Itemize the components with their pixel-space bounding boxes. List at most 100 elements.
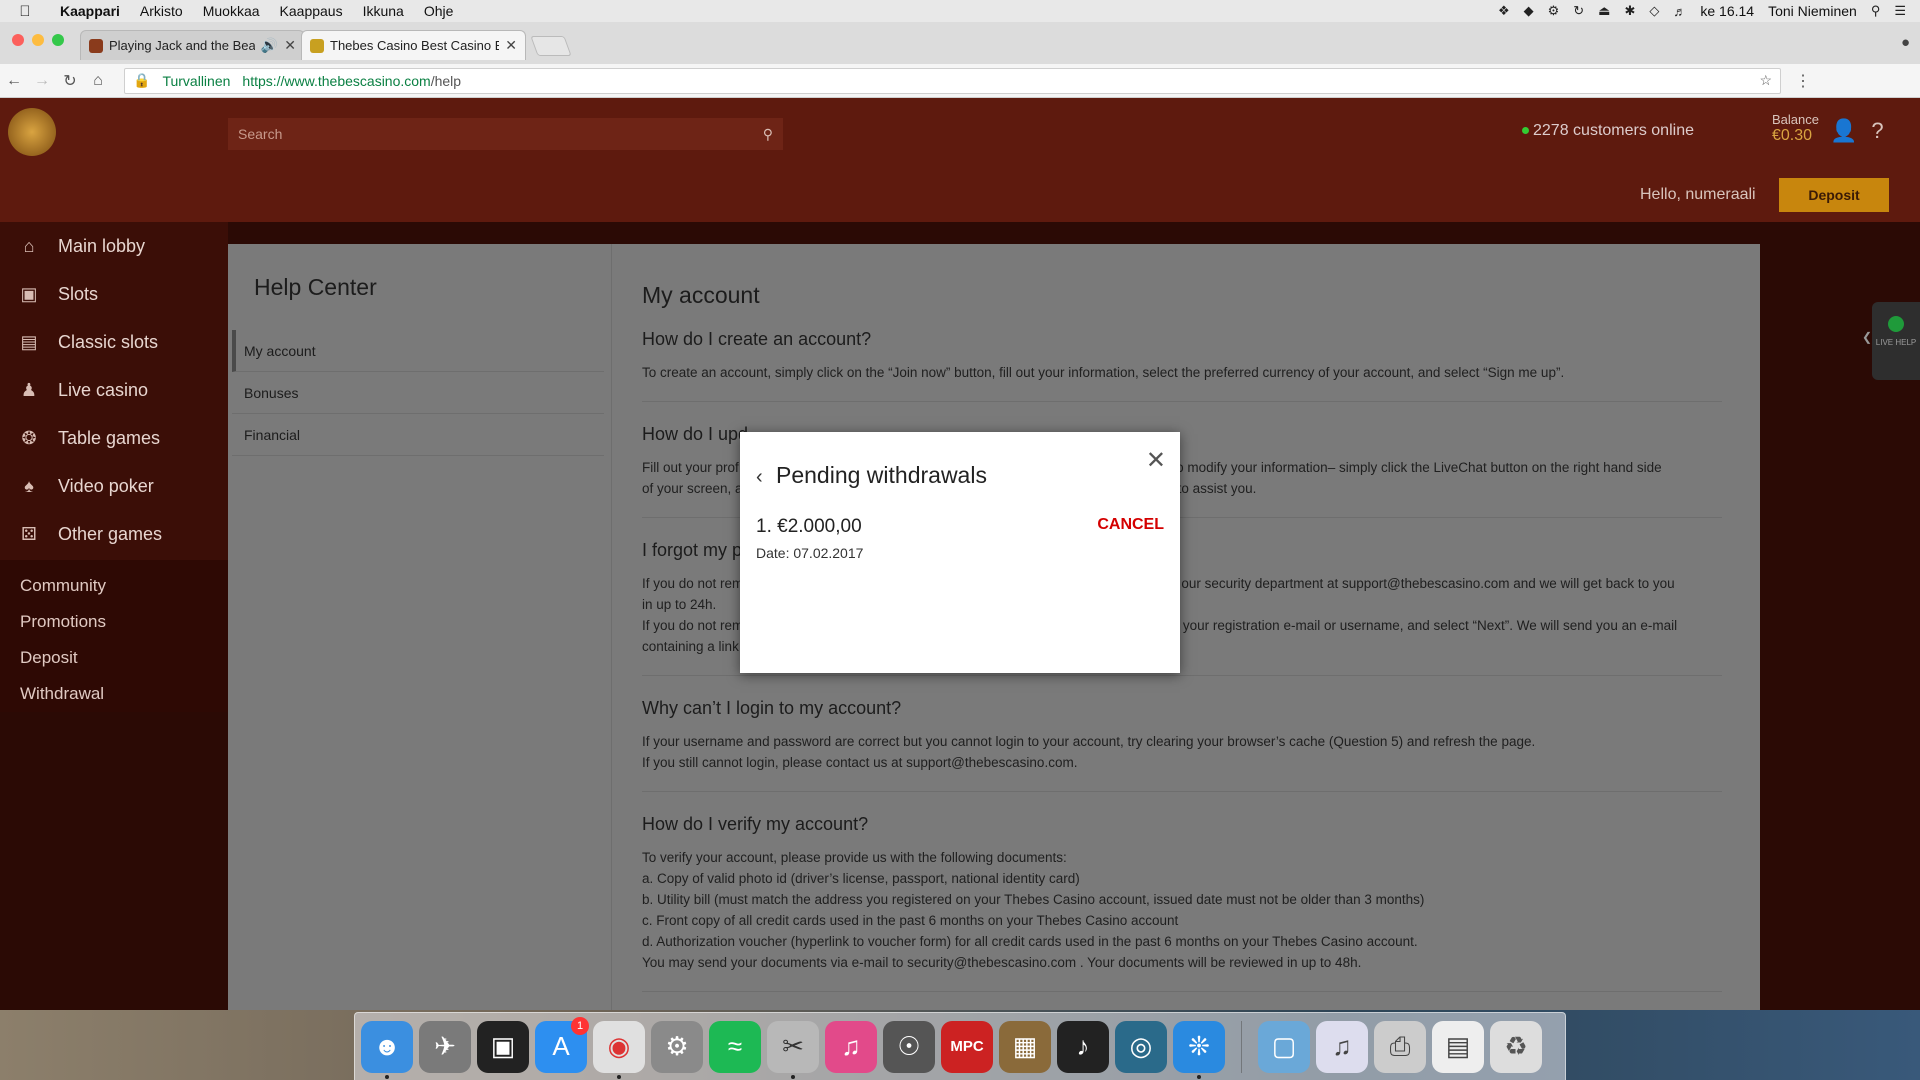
itunes-icon[interactable]: ♫ [825, 1020, 877, 1073]
spotify-icon[interactable]: ≈ [709, 1020, 761, 1073]
printer-icon[interactable]: ⎙ [1374, 1020, 1426, 1073]
mpc-icon[interactable]: MPC [941, 1020, 993, 1073]
sidebar-links: Community Promotions Deposit Withdrawal [0, 560, 228, 712]
teamviewer-icon[interactable]: ◆ [1524, 3, 1534, 19]
close-tab-icon[interactable]: ✕ [505, 37, 517, 54]
mainstage-icon[interactable]: ◎ [1115, 1020, 1167, 1073]
eject-icon[interactable]: ⏏ [1598, 3, 1610, 19]
reload-icon[interactable]: ↻ [56, 71, 84, 91]
cancel-withdrawal-button[interactable]: CANCEL [1097, 516, 1164, 534]
link-withdrawal[interactable]: Withdrawal [0, 676, 228, 712]
calculator-icon[interactable]: ▦ [999, 1020, 1051, 1073]
sidebar-item-label: Video poker [58, 475, 154, 496]
home-icon[interactable]: ⌂ [84, 72, 112, 90]
close-tab-icon[interactable]: ✕ [284, 37, 296, 54]
faq-item: How do I create an account? To create an… [642, 329, 1722, 402]
minimize-window-button[interactable] [32, 34, 44, 46]
sidebar-item-table-games[interactable]: ❂ Table games [0, 414, 228, 462]
chrome-icon[interactable]: ◉ [593, 1020, 645, 1079]
menubar-clock[interactable]: ke 16.14 [1700, 3, 1754, 19]
site-sidebar: ⌂ Main lobby ▣ Slots ▤ Classic slots ♟ Live … [0, 222, 228, 712]
link-community[interactable]: Community [0, 568, 228, 604]
volume-icon[interactable]: ♬ [1673, 4, 1686, 19]
disk-utility-icon[interactable]: ☉ [883, 1020, 935, 1073]
help-nav-my-account[interactable]: My account [232, 330, 604, 372]
time-machine-icon[interactable]: ↻ [1573, 3, 1584, 19]
trash-icon[interactable]: ♻ [1490, 1020, 1542, 1073]
safari-icon[interactable]: ❊ [1173, 1020, 1225, 1079]
new-tab-button[interactable] [530, 36, 572, 56]
notification-badge: 1 [571, 1016, 589, 1035]
zoom-window-button[interactable] [52, 34, 64, 46]
thebes-logo[interactable] [8, 108, 56, 156]
screenshot-file-icon[interactable]: ▤ [1432, 1020, 1484, 1073]
deposit-button[interactable]: Deposit [1779, 178, 1889, 212]
sidebar-item-classic-slots[interactable]: ▤ Classic slots [0, 318, 228, 366]
tab-thebes-casino[interactable]: Thebes Casino Best Casino B ✕ [301, 30, 526, 60]
browser-tabbar: Playing Jack and the Beans 🔊 ✕ Thebes Ca… [0, 22, 1920, 68]
faq-answer: a. Copy of valid photo id (driver’s lice… [642, 871, 1080, 886]
photo-booth-icon[interactable]: ▣ [477, 1020, 529, 1073]
dropbox-icon[interactable]: ❖ [1498, 3, 1510, 19]
address-bar[interactable]: 🔒 Turvallinen https://www.thebescasino.c… [124, 67, 1781, 94]
chevron-left-icon[interactable]: ‹ [756, 466, 763, 489]
sidebar-item-label: Slots [58, 283, 99, 304]
pending-withdrawals-modal: ‹ Pending withdrawals ✕ 1. €2.000,00 CAN… [740, 432, 1180, 673]
sidebar-item-video-poker[interactable]: ♠ Video poker [0, 462, 228, 510]
notification-center-icon[interactable]: ☰ [1894, 3, 1906, 19]
search-icon[interactable]: ⚲ [763, 126, 773, 143]
online-dot-icon [1522, 127, 1529, 135]
apple-icon[interactable]:  [0, 3, 50, 20]
favicon-icon [310, 38, 324, 53]
live-help-button[interactable]: LIVE HELP [1872, 302, 1920, 380]
chevron-left-icon[interactable]: ❮ [1862, 330, 1872, 344]
sidebar-item-other-games[interactable]: ⚄ Other games [0, 510, 228, 558]
logic-icon[interactable]: ♪ [1057, 1020, 1109, 1073]
faq-answer: b. Utility bill (must match the address … [642, 892, 1425, 907]
launchpad-icon[interactable]: ✈ [419, 1020, 471, 1073]
help-nav-bonuses[interactable]: Bonuses [232, 372, 604, 414]
menu-arkisto[interactable]: Arkisto [130, 3, 193, 19]
sidebar-item-live-casino[interactable]: ♟ Live casino [0, 366, 228, 414]
bluetooth-icon[interactable]: ✱ [1624, 3, 1635, 19]
gear-icon[interactable]: ⚙ [1548, 3, 1560, 19]
wifi-icon[interactable]: ◇ [1649, 3, 1659, 19]
applications-folder-icon[interactable]: ▢ [1258, 1020, 1310, 1073]
bookmark-star-icon[interactable]: ☆ [1759, 72, 1772, 89]
audio-icon[interactable]: 🔊 [261, 37, 278, 54]
menu-kaappaus[interactable]: Kaappaus [270, 3, 353, 19]
sidebar-item-slots[interactable]: ▣ Slots [0, 270, 228, 318]
app-store-icon[interactable]: A1 [535, 1016, 589, 1073]
user-icon[interactable]: 👤 [1830, 118, 1857, 144]
close-icon[interactable]: ✕ [1146, 446, 1166, 475]
profile-icon[interactable]: ● [1901, 34, 1910, 51]
mp3-file-icon[interactable]: ♫ [1316, 1020, 1368, 1073]
sidebar-item-main-lobby[interactable]: ⌂ Main lobby [0, 222, 228, 270]
chrome-menu-icon[interactable]: ⋮ [1795, 71, 1811, 91]
forward-icon[interactable]: → [28, 72, 56, 90]
menu-muokkaa[interactable]: Muokkaa [193, 3, 270, 19]
spotlight-icon[interactable]: ⚲ [1871, 3, 1881, 19]
finder-icon[interactable]: ☻ [361, 1020, 413, 1079]
dice-icon: ⚄ [21, 523, 37, 544]
app-menu[interactable]: Kaappari [50, 3, 130, 19]
back-icon[interactable]: ← [0, 72, 28, 90]
help-icon[interactable]: ? [1871, 118, 1883, 144]
menubar-user[interactable]: Toni Nieminen [1768, 3, 1857, 19]
system-preferences-icon[interactable]: ⚙ [651, 1020, 703, 1073]
tab-playing-jack[interactable]: Playing Jack and the Beans 🔊 ✕ [80, 30, 305, 60]
modal-title: Pending withdrawals [776, 462, 987, 488]
sidebar-item-label: Classic slots [58, 331, 159, 352]
window-controls [12, 34, 64, 46]
sidebar-item-label: Other games [58, 523, 163, 544]
search-input[interactable]: Search ⚲ [228, 118, 783, 150]
preview-icon[interactable]: ✂ [767, 1020, 819, 1079]
menu-ohje[interactable]: Ohje [414, 3, 464, 19]
dealer-icon: ♟ [20, 379, 38, 400]
faq-answer: c. Front copy of all credit cards used i… [642, 913, 1179, 928]
close-window-button[interactable] [12, 34, 24, 46]
link-deposit[interactable]: Deposit [0, 640, 228, 676]
help-nav-financial[interactable]: Financial [232, 414, 604, 456]
menu-ikkuna[interactable]: Ikkuna [353, 3, 414, 19]
link-promotions[interactable]: Promotions [0, 604, 228, 640]
